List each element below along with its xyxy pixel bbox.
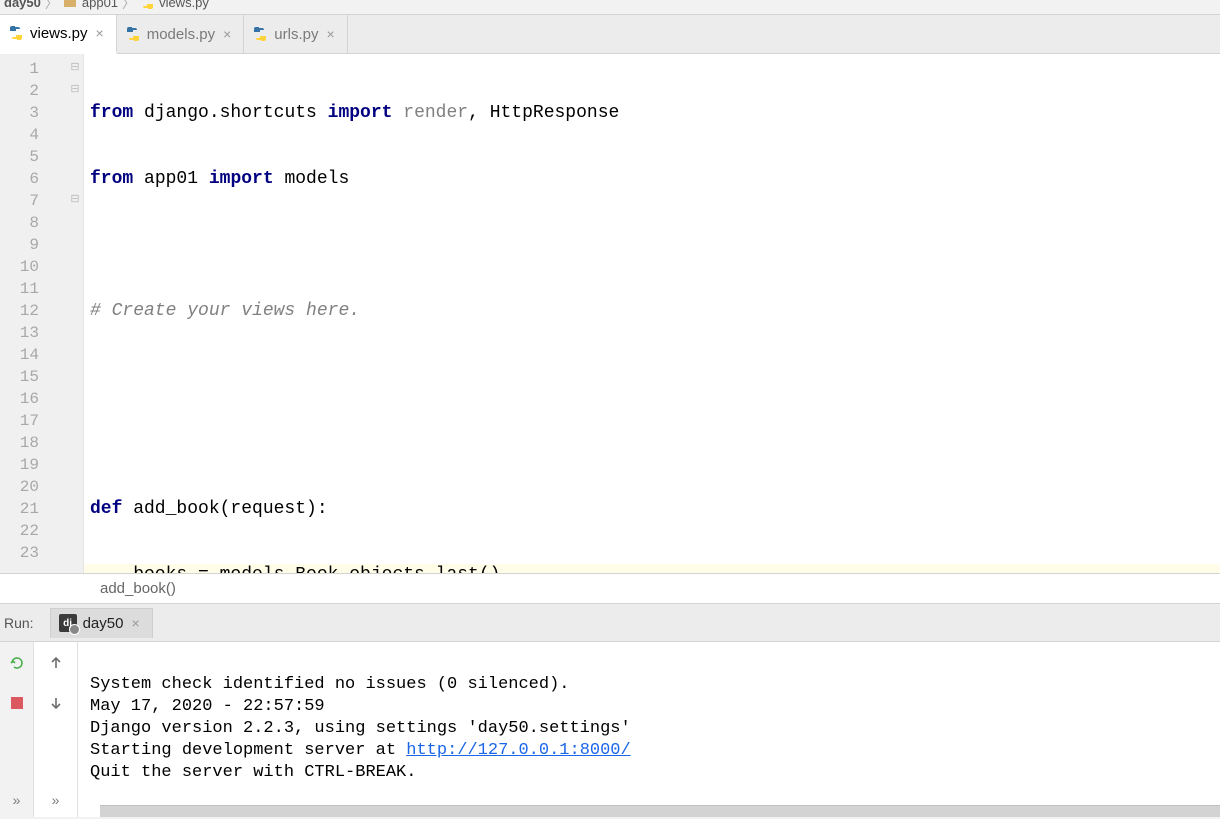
- console-output[interactable]: System check identified no issues (0 sil…: [78, 642, 1220, 817]
- line-number: 15: [0, 366, 83, 388]
- close-icon[interactable]: ×: [324, 26, 336, 42]
- context-label: add_book(): [100, 580, 176, 597]
- line-number: 7⊟: [0, 190, 83, 212]
- line-number: 11: [0, 278, 83, 300]
- line-number-gutter: 1⊟2⊟34567⊟891011121314151617181920212223: [0, 54, 84, 573]
- line-number: 9: [0, 234, 83, 256]
- tab-label: urls.py: [274, 26, 318, 43]
- line-number: 18: [0, 432, 83, 454]
- line-number: 1⊟: [0, 58, 83, 80]
- python-file-icon: [252, 26, 268, 42]
- expand-icon[interactable]: »: [6, 789, 28, 811]
- close-icon[interactable]: ×: [129, 615, 141, 631]
- tab-label: views.py: [30, 25, 88, 42]
- line-number: 3: [0, 102, 83, 124]
- django-icon: dj: [59, 614, 77, 632]
- fold-icon[interactable]: ⊟: [69, 62, 81, 74]
- line-number: 20: [0, 476, 83, 498]
- rerun-button[interactable]: [6, 652, 28, 674]
- python-folder-icon: [62, 0, 78, 10]
- breadcrumb-item[interactable]: day50: [4, 0, 41, 10]
- tab-views[interactable]: views.py ×: [0, 15, 117, 54]
- line-number: 23: [0, 542, 83, 564]
- run-config-label: day50: [83, 615, 124, 632]
- line-number: 4: [0, 124, 83, 146]
- server-url-link[interactable]: http://127.0.0.1:8000/: [406, 741, 630, 760]
- python-file-icon: [8, 25, 24, 41]
- line-number: 22: [0, 520, 83, 542]
- python-file-icon: [125, 26, 141, 42]
- stop-button[interactable]: [6, 692, 28, 714]
- run-toolbar-output: »: [34, 642, 78, 817]
- line-number: 16: [0, 388, 83, 410]
- python-file-icon: [139, 0, 155, 10]
- fold-icon[interactable]: ⊟: [69, 194, 81, 206]
- expand-icon[interactable]: »: [45, 789, 67, 811]
- context-bar: add_book(): [0, 574, 1220, 604]
- line-number: 12: [0, 300, 83, 322]
- code-editor: 1⊟2⊟34567⊟891011121314151617181920212223…: [0, 54, 1220, 574]
- code-area[interactable]: from django.shortcuts import render, Htt…: [84, 54, 1220, 573]
- close-icon[interactable]: ×: [221, 26, 233, 42]
- line-number: 5: [0, 146, 83, 168]
- run-panel-header: Run: dj day50 ×: [0, 604, 1220, 642]
- run-toolbar-left: »: [0, 642, 34, 817]
- close-icon[interactable]: ×: [94, 25, 106, 41]
- fold-icon[interactable]: ⊟: [69, 84, 81, 96]
- line-number: 21: [0, 498, 83, 520]
- line-number: 6: [0, 168, 83, 190]
- horizontal-scrollbar[interactable]: [100, 805, 1220, 817]
- run-config-tab[interactable]: dj day50 ×: [50, 608, 153, 638]
- scroll-up-button[interactable]: [45, 652, 67, 674]
- line-number: 8: [0, 212, 83, 234]
- scroll-down-button[interactable]: [45, 692, 67, 714]
- tab-models[interactable]: models.py ×: [117, 15, 245, 53]
- tab-label: models.py: [147, 26, 215, 43]
- run-panel: » » System check identified no issues (0…: [0, 642, 1220, 817]
- breadcrumb-item[interactable]: app01: [82, 0, 118, 10]
- run-label: Run:: [0, 615, 42, 631]
- line-number: 14: [0, 344, 83, 366]
- line-number: 17: [0, 410, 83, 432]
- line-number: 19: [0, 454, 83, 476]
- line-number: 2⊟: [0, 80, 83, 102]
- line-number: 13: [0, 322, 83, 344]
- tab-urls[interactable]: urls.py ×: [244, 15, 347, 53]
- breadcrumb-item[interactable]: views.py: [159, 0, 209, 10]
- chevron-right-icon: 〉: [122, 0, 135, 12]
- chevron-right-icon: 〉: [45, 0, 58, 12]
- line-number: 10: [0, 256, 83, 278]
- editor-tabs: views.py × models.py × urls.py ×: [0, 14, 1220, 54]
- breadcrumb: day50 〉 app01 〉 views.py: [0, 0, 1220, 14]
